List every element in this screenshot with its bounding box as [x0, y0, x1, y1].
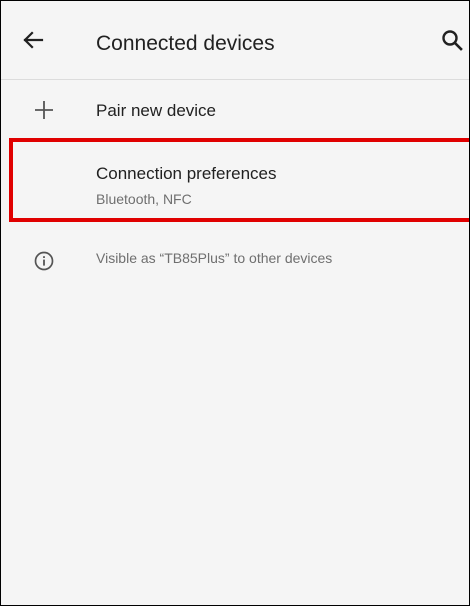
info-icon	[31, 248, 57, 274]
app-bar: Connected devices	[1, 1, 469, 80]
search-icon	[442, 30, 463, 51]
pair-new-device-label: Pair new device	[96, 101, 217, 120]
connection-preferences-label: Connection preferences	[96, 164, 277, 183]
visibility-info-text: Visible as “TB85Plus” to other devices	[96, 250, 333, 266]
plus-icon	[31, 97, 57, 123]
connection-preferences-row[interactable]: Connection preferences Bluetooth, NFC	[1, 138, 469, 226]
connected-devices-screen: Connected devices Pair new device Connec…	[0, 0, 470, 606]
visibility-info-row: Visible as “TB85Plus” to other devices	[1, 236, 469, 280]
pair-new-device-row[interactable]: Pair new device	[1, 80, 469, 138]
connection-preferences-summary: Bluetooth, NFC	[96, 191, 192, 207]
arrow-back-icon	[23, 31, 44, 49]
page-title: Connected devices	[96, 32, 275, 55]
back-button[interactable]	[19, 26, 47, 54]
search-button[interactable]	[441, 29, 469, 57]
